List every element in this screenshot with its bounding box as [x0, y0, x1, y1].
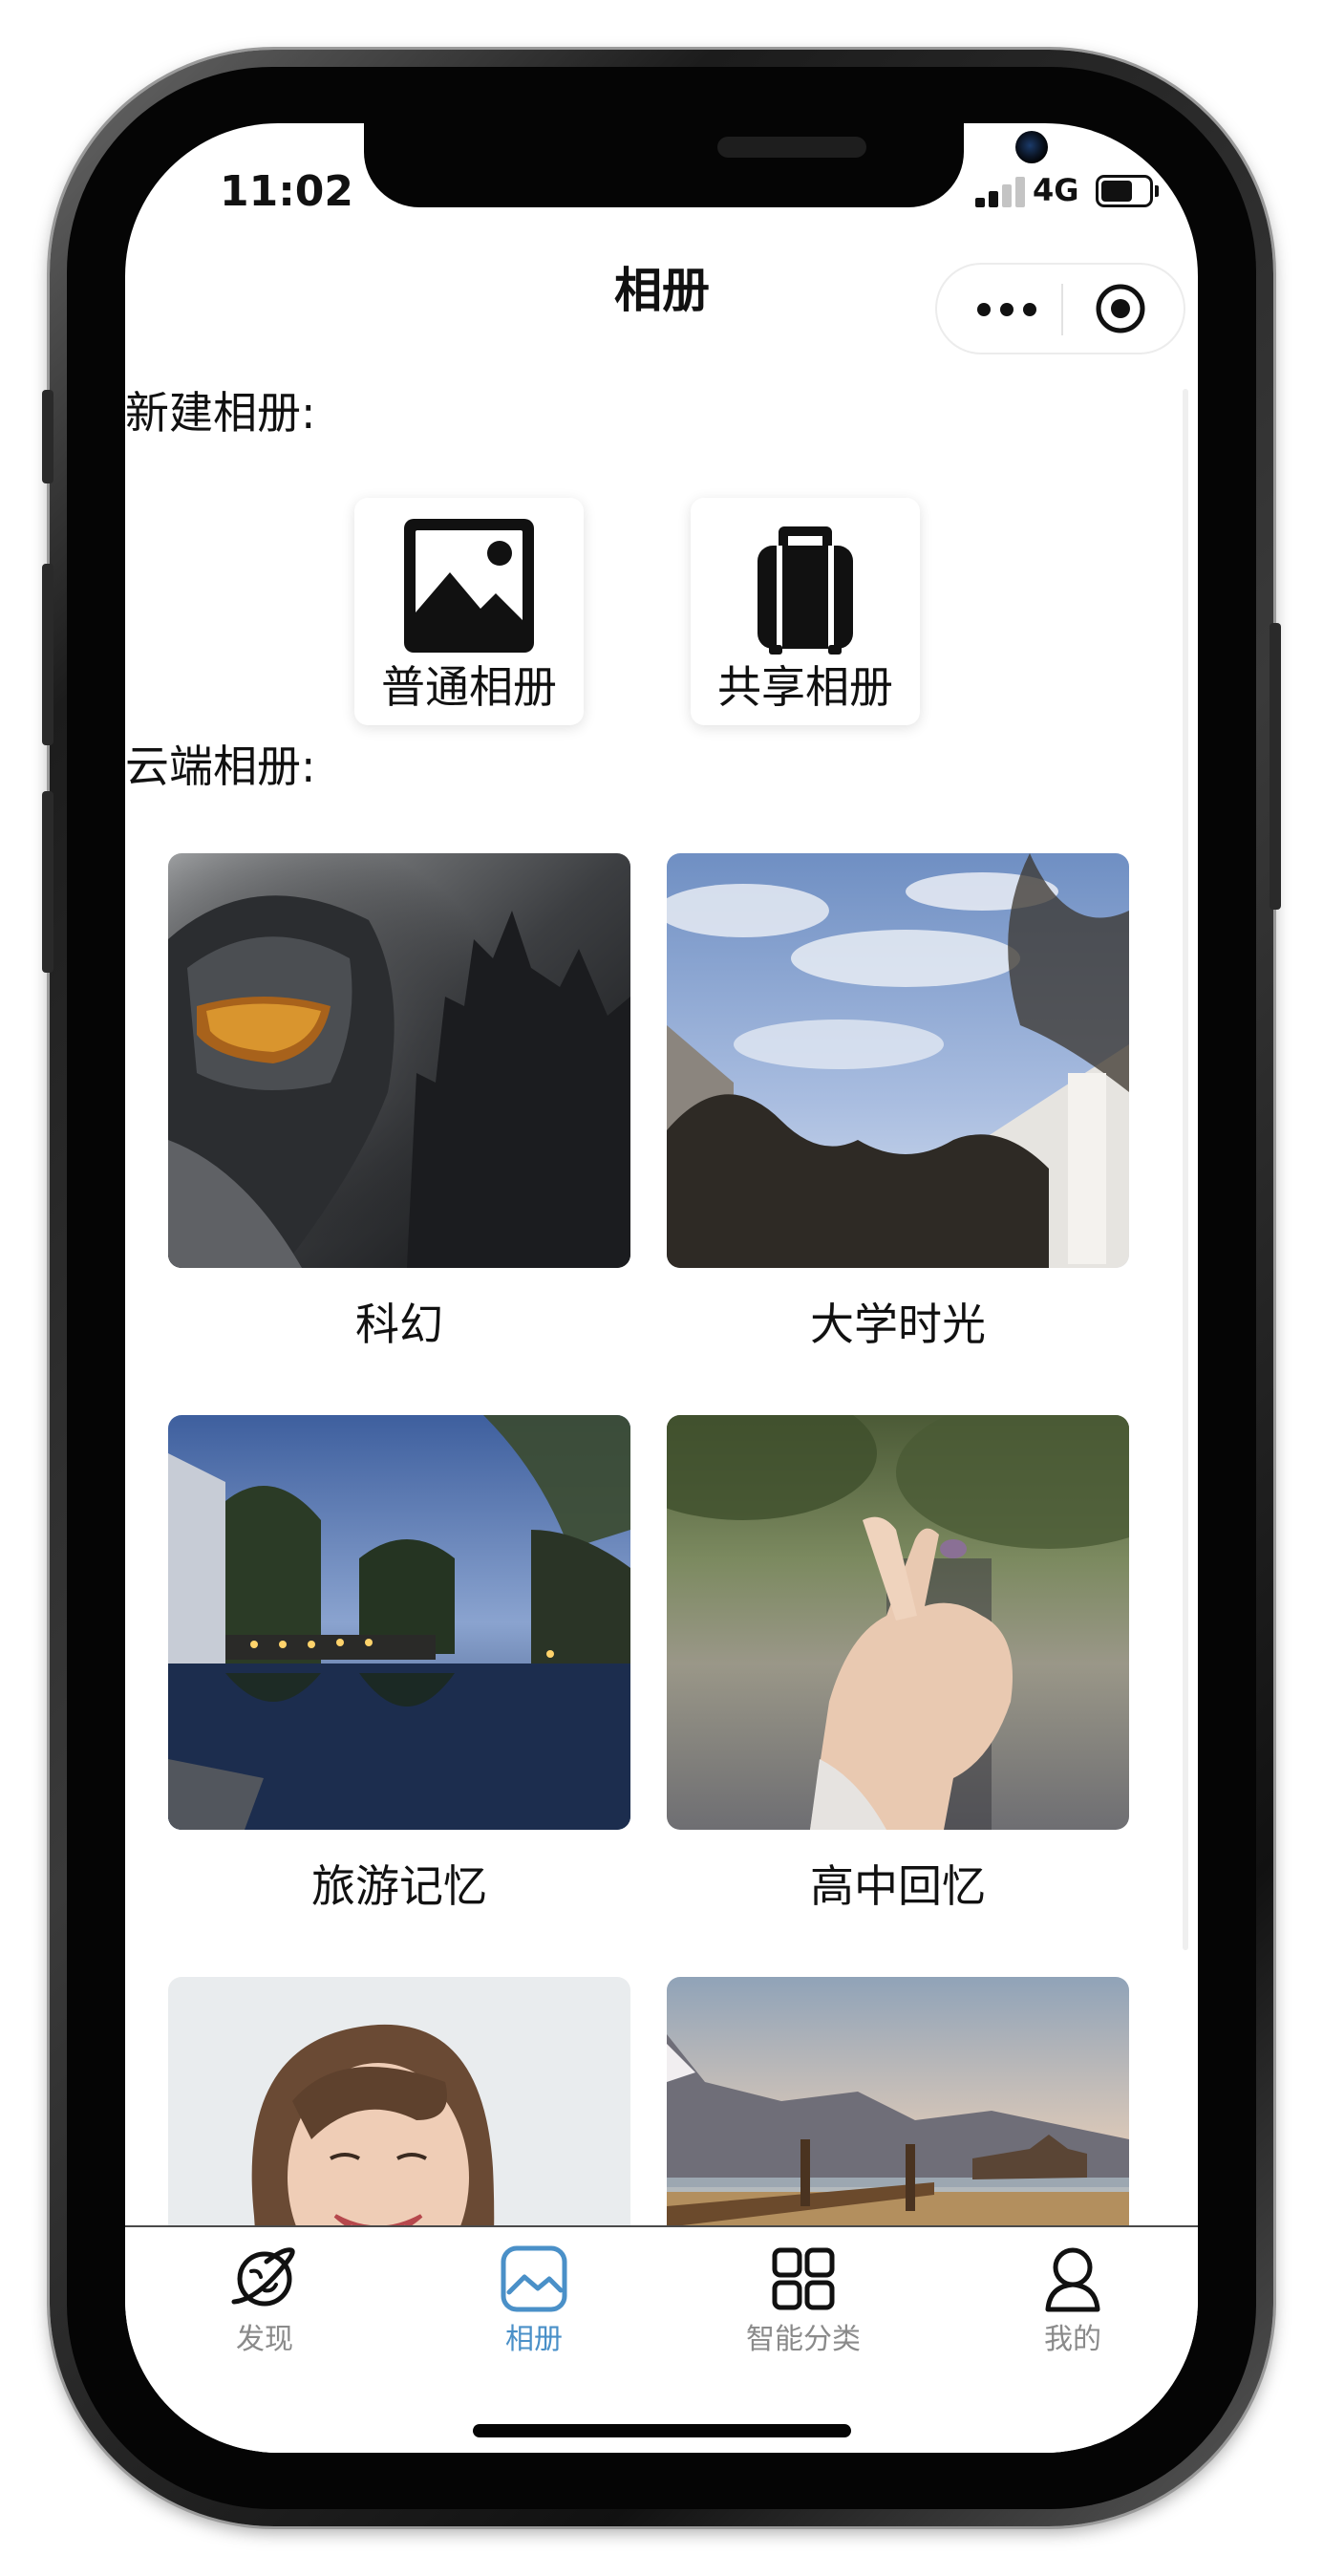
ellipsis-icon	[977, 303, 991, 316]
tab-label: 相册	[505, 2323, 563, 2356]
more-options-button[interactable]	[970, 265, 1044, 353]
target-icon	[1096, 284, 1145, 333]
network-type: 4G	[1033, 172, 1079, 208]
image-icon	[404, 519, 534, 653]
sci-fi-helmet-photo	[168, 853, 630, 1268]
earpiece-speaker	[717, 137, 866, 158]
album-cover[interactable]	[667, 853, 1129, 1268]
tab-smart-categories[interactable]: 智能分类	[708, 2227, 899, 2371]
volume-up-button	[42, 564, 53, 745]
cloud-album-label: 云端相册:	[125, 741, 316, 792]
album-cover[interactable]	[168, 853, 630, 1268]
album-cover[interactable]	[667, 1415, 1129, 1830]
gallery-icon	[501, 2245, 567, 2312]
campus-sky-photo	[667, 853, 1129, 1268]
suitcase-icon	[758, 526, 853, 655]
power-button	[1270, 623, 1281, 910]
status-time: 11:02	[219, 167, 354, 216]
album-cover[interactable]	[168, 1415, 630, 1830]
front-camera	[1015, 131, 1048, 163]
normal-album-label: 普通相册	[381, 661, 557, 713]
album-title: 旅游记忆	[311, 1860, 487, 1912]
scrollbar[interactable]	[1183, 389, 1188, 1950]
signal-icon	[975, 175, 1029, 207]
tab-albums[interactable]: 相册	[438, 2227, 629, 2371]
tab-label: 发现	[236, 2323, 293, 2356]
canal-dusk-photo	[168, 1415, 630, 1830]
new-album-label: 新建相册:	[125, 387, 316, 439]
battery-icon	[1096, 175, 1159, 207]
mute-switch	[42, 390, 53, 483]
page-title: 相册	[614, 263, 710, 318]
phone-screen: 11:02 4G 相册 新建相册: 普通相册 共享相册 云端相册: 科幻 大学时…	[125, 123, 1198, 2453]
grid-icon	[772, 2247, 835, 2310]
notch	[364, 123, 1048, 207]
create-normal-album-button[interactable]: 普通相册	[354, 498, 584, 725]
album-title: 科幻	[355, 1299, 443, 1350]
home-indicator[interactable]	[473, 2424, 851, 2437]
tab-label: 智能分类	[746, 2323, 861, 2356]
volume-down-button	[42, 791, 53, 973]
mini-program-capsule	[935, 263, 1185, 354]
planet-icon	[231, 2247, 295, 2307]
album-title: 大学时光	[810, 1299, 986, 1350]
user-icon	[1045, 2247, 1100, 2312]
close-mini-program-button[interactable]	[1094, 282, 1147, 335]
finger-heart-photo	[667, 1415, 1129, 1830]
tab-profile[interactable]: 我的	[977, 2227, 1168, 2371]
shared-album-label: 共享相册	[717, 661, 893, 713]
tab-label: 我的	[1044, 2323, 1101, 2356]
tab-discover[interactable]: 发现	[169, 2227, 360, 2371]
create-shared-album-button[interactable]: 共享相册	[691, 498, 920, 725]
tab-bar: 发现 相册 智能分类 我的	[125, 2225, 1198, 2453]
capsule-divider	[1061, 284, 1063, 335]
album-title: 高中回忆	[810, 1860, 986, 1912]
